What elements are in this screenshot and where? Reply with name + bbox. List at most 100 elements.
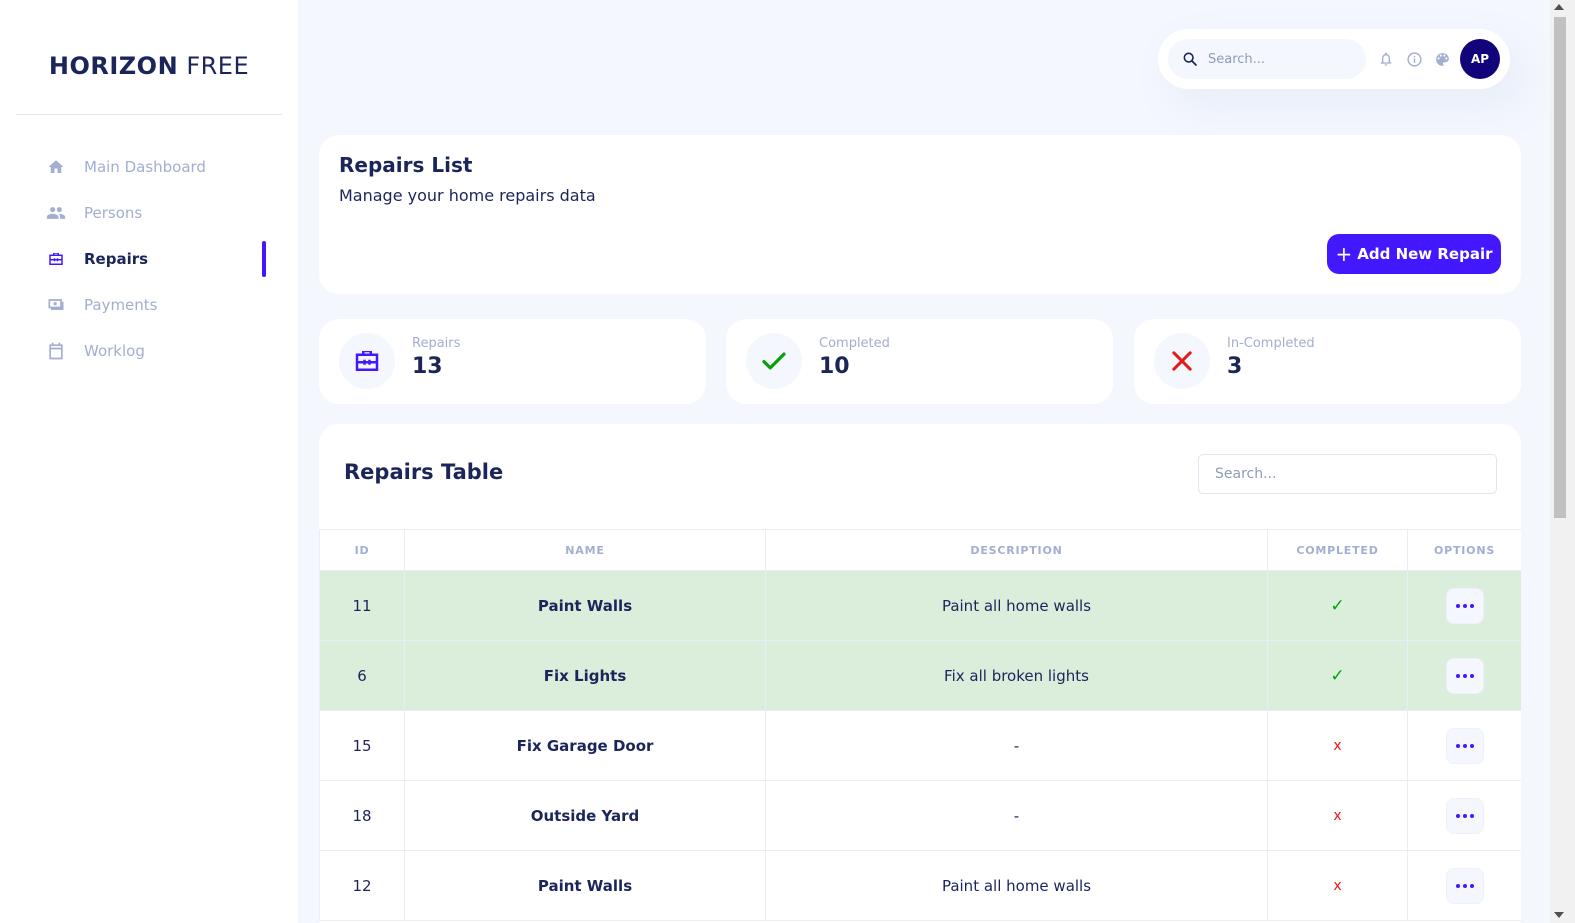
column-header-description[interactable]: DESCRIPTION [765, 529, 1268, 571]
stat-label: Repairs [412, 336, 461, 351]
sidebar-nav: Main Dashboard Persons Repairs Payments [0, 144, 298, 374]
sidebar-item-label: Main Dashboard [84, 158, 206, 176]
cell-completed: x [1267, 780, 1408, 851]
cell-options [1407, 710, 1521, 781]
cell-options [1407, 570, 1521, 641]
page-title: Repairs List [339, 153, 473, 177]
scrollbar-thumb[interactable] [1554, 17, 1566, 518]
table-row[interactable]: 18 Outside Yard - x [319, 780, 1521, 851]
cell-completed: ✓ [1267, 640, 1408, 711]
money-icon [46, 295, 66, 315]
info-icon[interactable] [1404, 49, 1424, 69]
stat-value: 13 [412, 354, 443, 379]
stat-card-completed: Completed 10 [726, 319, 1113, 404]
scroll-up-arrow-icon[interactable] [1554, 4, 1564, 10]
cell-description: - [765, 780, 1268, 851]
table-title: Repairs Table [344, 460, 504, 484]
more-dots-icon [1455, 673, 1474, 678]
cell-id: 6 [319, 640, 405, 711]
more-dots-icon [1455, 813, 1474, 818]
navbar-search [1168, 39, 1366, 79]
sidebar-item-label: Payments [84, 296, 158, 314]
cell-id: 15 [319, 710, 405, 781]
cell-name: Outside Yard [404, 780, 766, 851]
sidebar-item-payments[interactable]: Payments [0, 282, 298, 328]
active-indicator [262, 241, 266, 277]
table-search-input[interactable] [1198, 454, 1497, 494]
cell-id: 11 [319, 570, 405, 641]
brand-logo[interactable]: HORIZON FREE [0, 52, 298, 80]
add-new-repair-button[interactable]: + Add New Repair [1327, 234, 1501, 274]
top-navbar: AP [1158, 29, 1510, 89]
cell-name: Fix Lights [404, 640, 766, 711]
toolbox-icon [339, 333, 395, 389]
stat-card-repairs: Repairs 13 [319, 319, 706, 404]
column-header-completed[interactable]: COMPLETED [1267, 529, 1408, 571]
stat-value: 3 [1227, 354, 1243, 379]
repairs-table: ID NAME DESCRIPTION COMPLETED OPTIONS 11… [319, 529, 1521, 921]
sidebar-item-label: Persons [84, 204, 143, 222]
options-button[interactable] [1445, 657, 1484, 694]
sidebar-item-label: Worklog [84, 342, 145, 360]
navbar-search-input[interactable] [1208, 51, 1358, 67]
sidebar-divider [16, 114, 282, 115]
cell-id: 12 [319, 850, 405, 921]
x-icon [1154, 333, 1210, 389]
page-subtitle: Manage your home repairs data [339, 186, 596, 205]
scroll-down-arrow-icon[interactable] [1554, 912, 1564, 918]
add-new-repair-label: Add New Repair [1357, 245, 1493, 263]
cell-completed: x [1267, 710, 1408, 781]
stat-value: 10 [819, 354, 850, 379]
sidebar-item-worklog[interactable]: Worklog [0, 328, 298, 374]
table-row[interactable]: 6 Fix Lights Fix all broken lights ✓ [319, 640, 1521, 711]
bell-icon[interactable] [1376, 49, 1396, 69]
cell-completed: ✓ [1267, 570, 1408, 641]
plus-icon: + [1335, 242, 1353, 266]
page-header-card: Repairs List Manage your home repairs da… [319, 135, 1521, 294]
brand-name-light: FREE [186, 52, 250, 80]
table-row[interactable]: 12 Paint Walls Paint all home walls x [319, 850, 1521, 921]
cell-options [1407, 780, 1521, 851]
stat-label: In-Completed [1227, 336, 1315, 351]
options-button[interactable] [1445, 797, 1484, 834]
more-dots-icon [1455, 743, 1474, 748]
cell-description: Fix all broken lights [765, 640, 1268, 711]
options-button[interactable] [1445, 587, 1484, 624]
repairs-table-card: Repairs Table ID NAME DESCRIPTION COMPLE… [319, 424, 1521, 923]
cell-description: - [765, 710, 1268, 781]
cell-name: Fix Garage Door [404, 710, 766, 781]
cell-options [1407, 850, 1521, 921]
sidebar-item-label: Repairs [84, 250, 149, 268]
table-row[interactable]: 11 Paint Walls Paint all home walls ✓ [319, 570, 1521, 641]
stat-label: Completed [819, 336, 890, 351]
brand-name-bold: HORIZON [48, 52, 179, 80]
search-icon [1182, 51, 1198, 67]
sidebar-item-main-dashboard[interactable]: Main Dashboard [0, 144, 298, 190]
options-button[interactable] [1445, 727, 1484, 764]
sidebar: HORIZON FREE Main Dashboard Persons Repa… [0, 0, 298, 923]
palette-icon[interactable] [1432, 49, 1452, 69]
table-header-row: ID NAME DESCRIPTION COMPLETED OPTIONS [319, 529, 1521, 571]
options-button[interactable] [1445, 867, 1484, 904]
people-icon [46, 203, 66, 223]
cell-description: Paint all home walls [765, 570, 1268, 641]
cell-name: Paint Walls [404, 850, 766, 921]
column-header-name[interactable]: NAME [404, 529, 766, 571]
stat-card-in-completed: In-Completed 3 [1134, 319, 1521, 404]
sidebar-item-repairs[interactable]: Repairs [0, 236, 298, 282]
table-row[interactable]: 15 Fix Garage Door - x [319, 710, 1521, 781]
cell-description: Paint all home walls [765, 850, 1268, 921]
page-scrollbar[interactable] [1550, 0, 1575, 923]
column-header-id[interactable]: ID [319, 529, 405, 571]
cell-id: 18 [319, 780, 405, 851]
home-icon [46, 157, 66, 177]
column-header-options: OPTIONS [1407, 529, 1521, 571]
calendar-icon [46, 341, 66, 361]
toolbox-icon [46, 249, 66, 269]
cell-name: Paint Walls [404, 570, 766, 641]
check-icon [746, 333, 802, 389]
avatar[interactable]: AP [1460, 39, 1500, 79]
more-dots-icon [1455, 883, 1474, 888]
more-dots-icon [1455, 603, 1474, 608]
sidebar-item-persons[interactable]: Persons [0, 190, 298, 236]
